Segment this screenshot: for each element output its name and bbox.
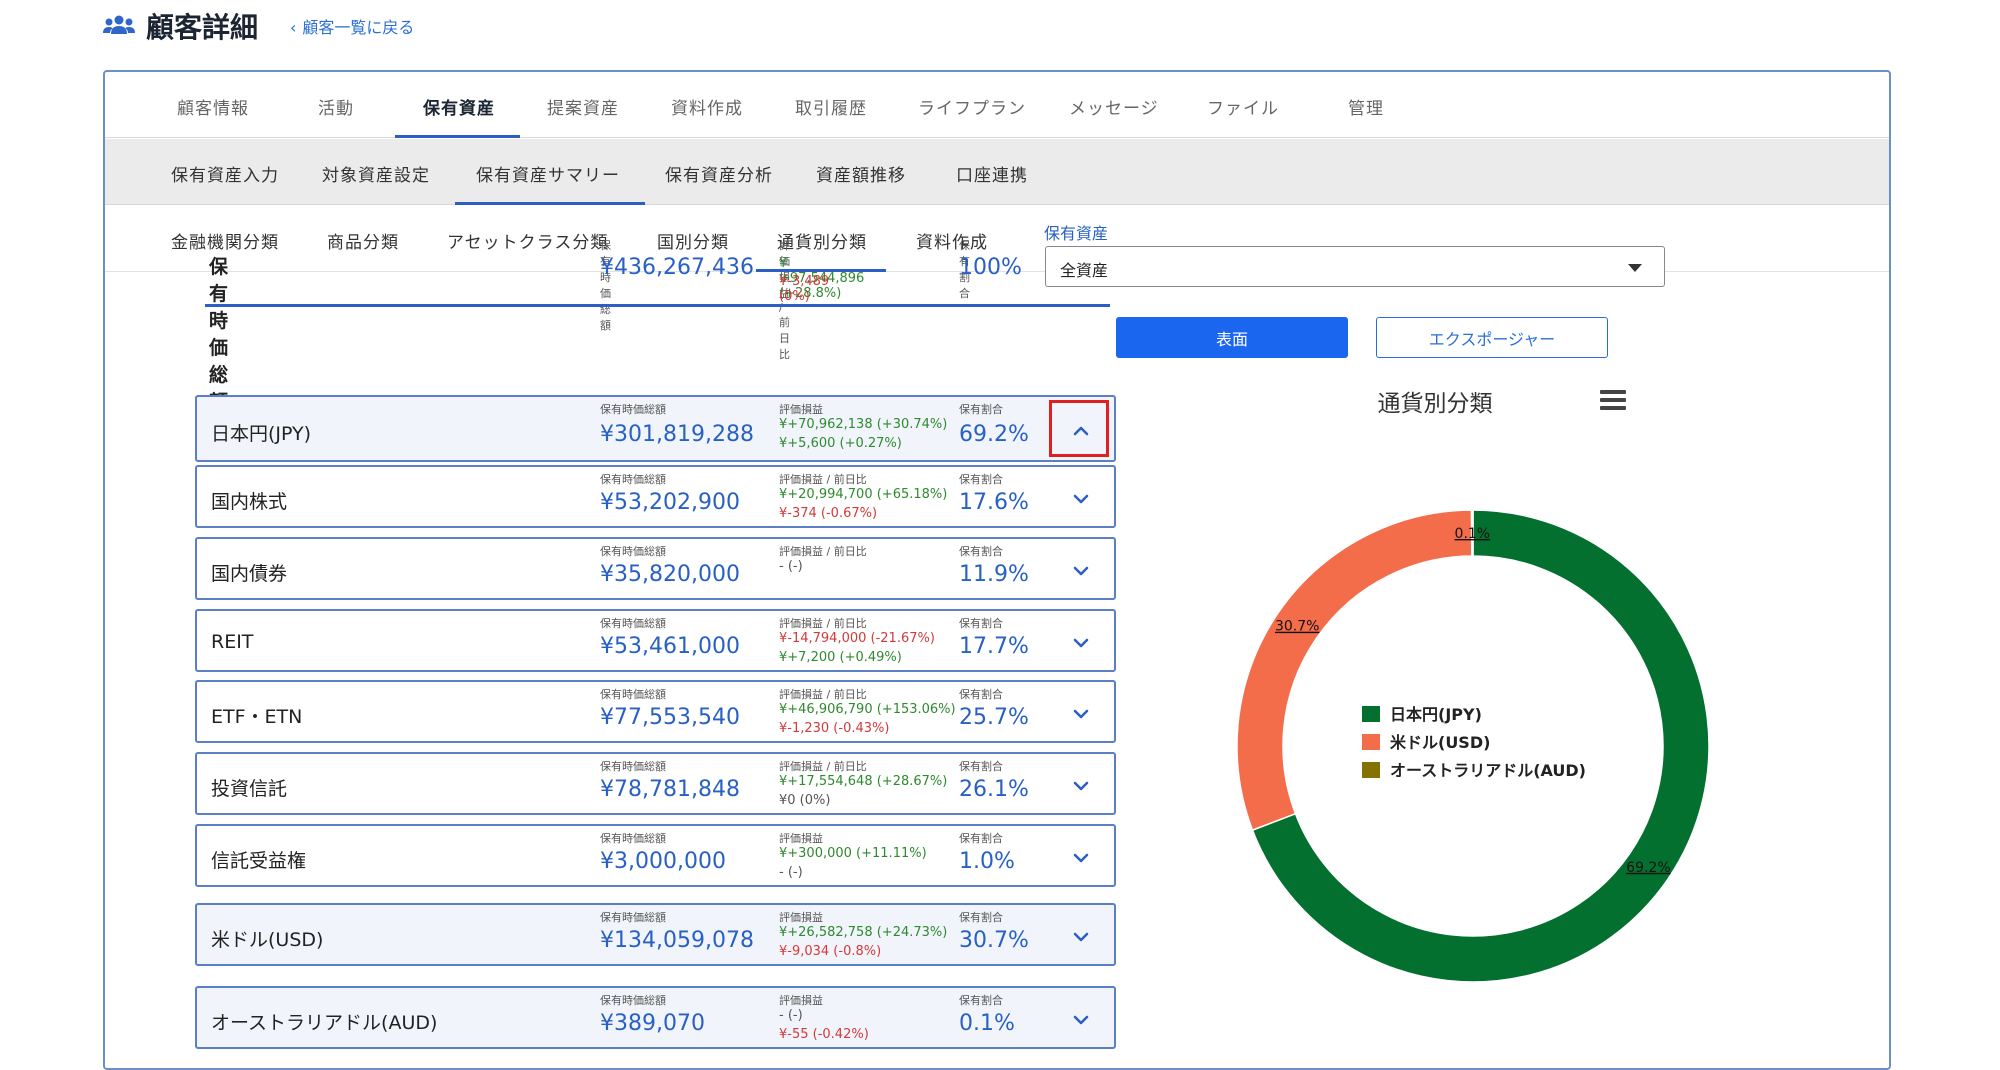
slice-data-label: 30.7% — [1275, 619, 1319, 635]
legend-swatch — [1362, 706, 1380, 722]
legend-swatch — [1362, 734, 1380, 750]
slice-data-label: 69.2% — [1626, 860, 1670, 876]
legend-entry[interactable]: オーストラリアドル(AUD) — [1390, 761, 1586, 780]
legend-swatch — [1362, 762, 1380, 778]
slice-data-label: 0.1% — [1455, 526, 1491, 542]
currency-donut-chart: 69.2% 30.7% 0.1% 日本円(JPY) 米ドル(USD) オーストラリアドル(… — [1236, 509, 1710, 983]
donut-slice[interactable] — [1236, 509, 1473, 832]
legend-entry[interactable]: 日本円(JPY) — [1390, 705, 1482, 724]
legend-entry[interactable]: 米ドル(USD) — [1390, 733, 1490, 752]
